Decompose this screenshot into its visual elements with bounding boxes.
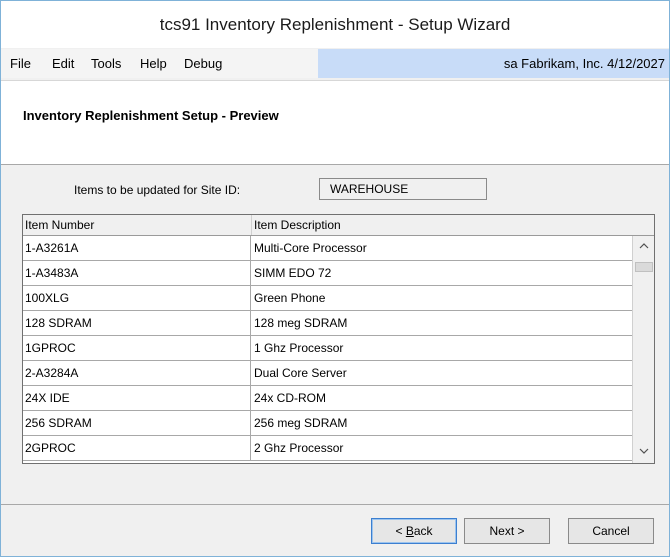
item-number-cell: 24X IDE — [23, 386, 251, 410]
table-row[interactable]: 2-A3284A Dual Core Server — [23, 361, 632, 386]
cancel-button[interactable]: Cancel — [568, 518, 654, 544]
back-button-accelerator: B — [405, 524, 414, 538]
site-id-label: Items to be updated for Site ID: — [74, 183, 241, 197]
scrollbar-thumb[interactable] — [635, 262, 653, 272]
item-number-cell: 256 SDRAM — [23, 411, 251, 435]
column-header-item-description[interactable]: Item Description — [252, 215, 632, 235]
item-description-cell: 24x CD-ROM — [254, 391, 327, 405]
column-header-item-number[interactable]: Item Number — [23, 215, 252, 235]
item-description-cell: Dual Core Server — [254, 366, 347, 380]
items-grid: Item Number Item Description 1-A3261A Mu… — [22, 214, 655, 464]
next-button[interactable]: Next > — [464, 518, 550, 544]
table-row[interactable]: 24X IDE 24x CD-ROM — [23, 386, 632, 411]
menu-edit[interactable]: Edit — [52, 49, 74, 78]
back-button[interactable]: < Back — [371, 518, 457, 544]
item-number-cell: 1GPROC — [23, 336, 251, 360]
menu-help[interactable]: Help — [140, 49, 167, 78]
item-description-cell: Multi-Core Processor — [254, 241, 367, 255]
item-number-cell: 1-A3261A — [23, 236, 251, 260]
item-description-cell: 128 meg SDRAM — [254, 316, 348, 330]
menu-file[interactable]: File — [10, 49, 31, 78]
menu-bar: File Edit Tools Help Debug sa Fabrikam, … — [1, 49, 669, 78]
grid-header: Item Number Item Description — [23, 215, 654, 236]
item-number-cell: 128 SDRAM — [23, 311, 251, 335]
item-description-cell: 256 meg SDRAM — [254, 416, 348, 430]
table-row[interactable]: 100XLG Green Phone — [23, 286, 632, 311]
footer-divider — [1, 504, 669, 505]
chevron-up-icon[interactable] — [633, 236, 654, 258]
header-panel: Inventory Replenishment Setup - Preview — [1, 80, 669, 165]
page-title: Inventory Replenishment Setup - Preview — [23, 108, 279, 123]
item-number-cell: 2GPROC — [23, 436, 251, 460]
item-number-cell: 1-A3483A — [23, 261, 251, 285]
item-description-cell: SIMM EDO 72 — [254, 266, 332, 280]
item-description-cell: Green Phone — [254, 291, 326, 305]
table-row[interactable]: 128 SDRAM 128 meg SDRAM — [23, 311, 632, 336]
item-description-cell: 1 Ghz Processor — [254, 341, 344, 355]
item-number-cell: 2-A3284A — [23, 361, 251, 385]
item-description-cell: 2 Ghz Processor — [254, 441, 344, 455]
chevron-down-icon[interactable] — [633, 441, 654, 463]
window-title: tcs91 Inventory Replenishment - Setup Wi… — [1, 1, 669, 48]
table-row[interactable]: 256 SDRAM 256 meg SDRAM — [23, 411, 632, 436]
table-row[interactable]: 1-A3261A Multi-Core Processor — [23, 236, 632, 261]
menu-tools[interactable]: Tools — [91, 49, 121, 78]
user-company-date: sa Fabrikam, Inc. 4/12/2027 — [318, 49, 669, 78]
table-row[interactable]: 1GPROC 1 Ghz Processor — [23, 336, 632, 361]
grid-scrollbar[interactable] — [632, 236, 654, 463]
menu-debug[interactable]: Debug — [184, 49, 222, 78]
back-button-label: ack — [413, 524, 433, 538]
item-number-cell: 100XLG — [23, 286, 251, 310]
table-row[interactable]: 2GPROC 2 Ghz Processor — [23, 436, 632, 461]
site-id-field: WAREHOUSE — [319, 178, 487, 200]
setup-wizard-window: tcs91 Inventory Replenishment - Setup Wi… — [0, 0, 670, 557]
back-button-prefix: < — [395, 524, 406, 538]
table-row[interactable]: 1-A3483A SIMM EDO 72 — [23, 261, 632, 286]
